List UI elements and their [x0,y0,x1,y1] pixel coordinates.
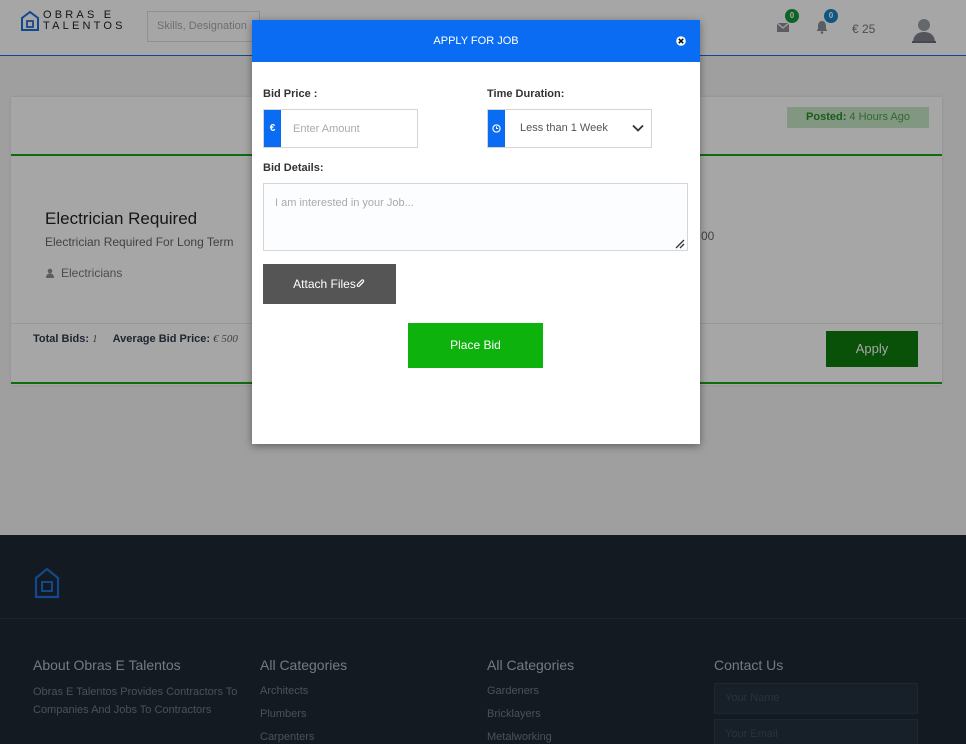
attach-files-button[interactable]: Attach Files [263,264,396,304]
bid-details-textarea[interactable] [263,183,688,251]
clock-icon [488,110,505,147]
bid-price-label: Bid Price : [263,88,318,100]
modal-header: APPLY FOR JOB [252,20,700,62]
bid-details-label: Bid Details: [263,162,324,174]
place-bid-button[interactable]: Place Bid [408,323,543,368]
chevron-down-icon [632,124,644,132]
time-duration-label: Time Duration: [487,88,565,100]
euro-icon: € [264,110,281,147]
time-duration-select[interactable]: Less than 1 Week [487,109,652,148]
close-icon[interactable] [676,33,686,46]
modal-title: APPLY FOR JOB [433,35,519,47]
bid-price-input[interactable] [281,110,417,147]
time-duration-value: Less than 1 Week [520,122,608,134]
resize-handle-icon[interactable] [673,237,685,249]
attach-files-label: Attach Files [293,277,356,291]
paperclip-icon [356,279,364,288]
apply-job-modal: APPLY FOR JOB Bid Price : € Time Duratio… [252,20,700,444]
bid-price-field: € [263,109,418,148]
